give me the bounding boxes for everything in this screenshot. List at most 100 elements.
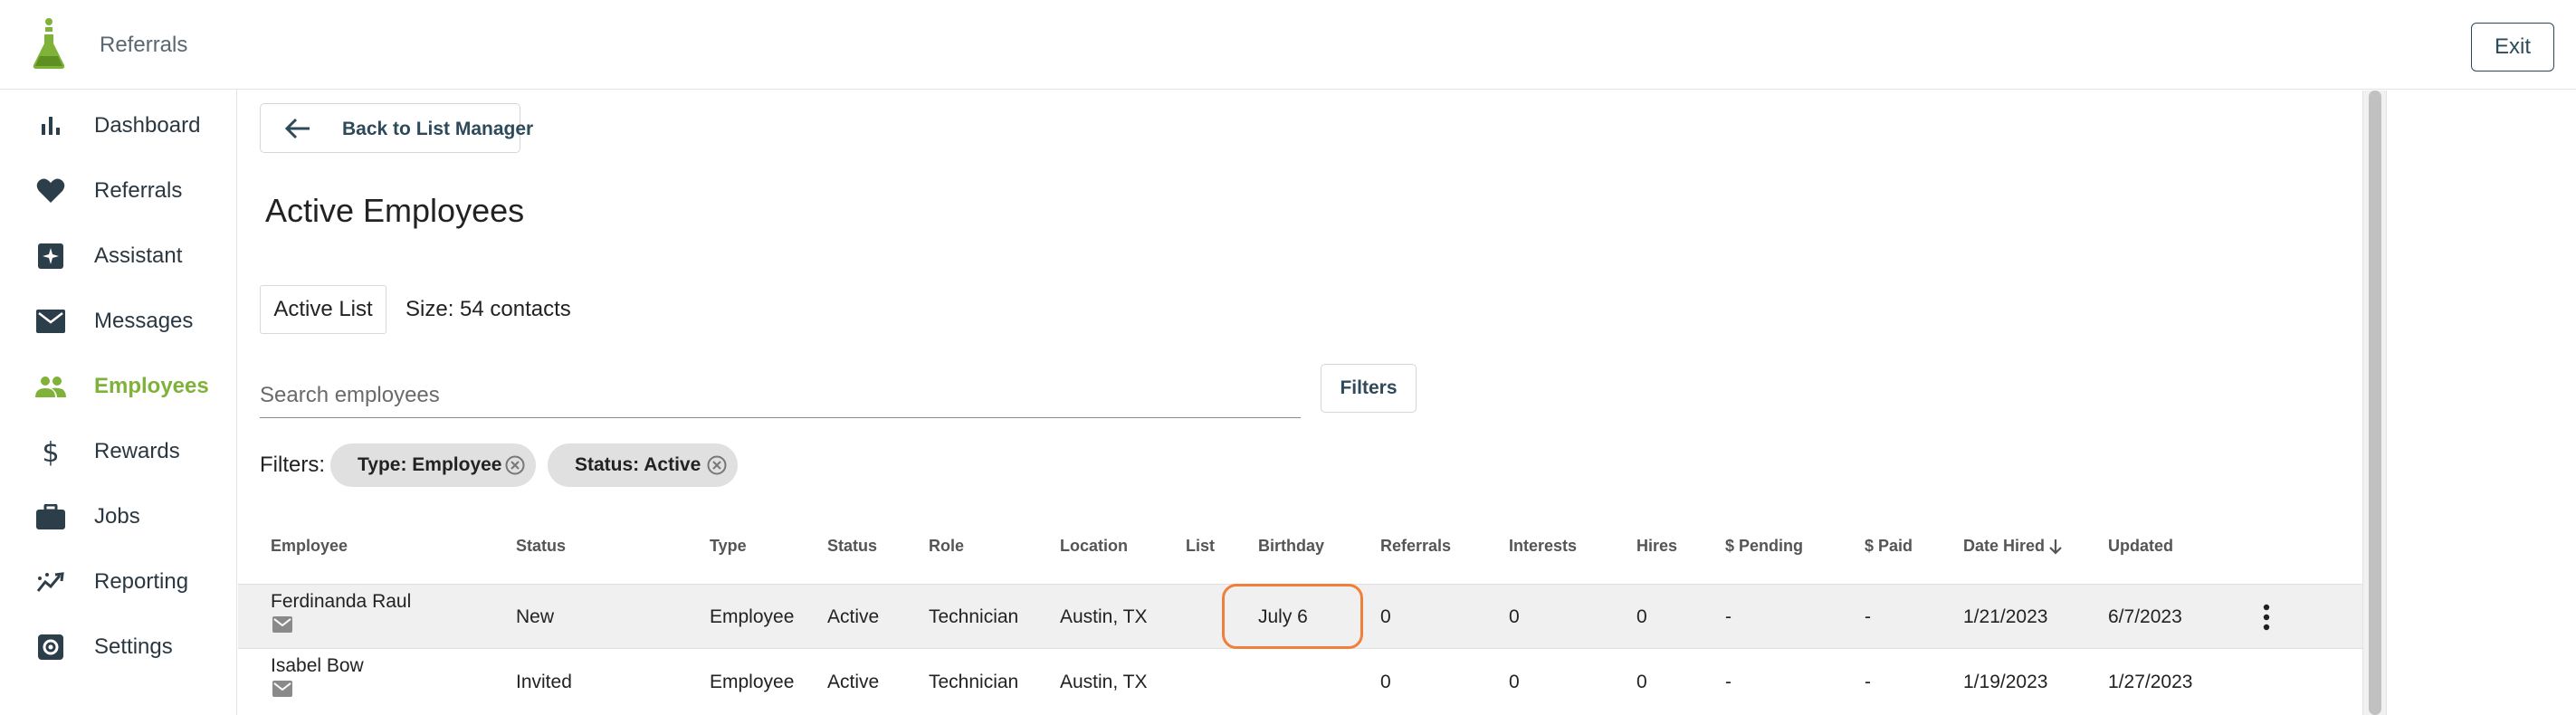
flask-logo-icon — [33, 18, 65, 69]
right-panel — [2386, 91, 2576, 715]
briefcase-icon — [34, 500, 67, 533]
column-header-list[interactable]: List — [1186, 537, 1215, 556]
svg-text:$: $ — [42, 437, 59, 466]
paid-cell: - — [1865, 606, 1871, 627]
pending-cell: - — [1725, 672, 1732, 692]
close-circle-icon[interactable] — [505, 455, 525, 475]
column-header-interests[interactable]: Interests — [1509, 537, 1577, 556]
status-cell: New — [516, 606, 555, 627]
column-header-date-hired[interactable]: Date Hired — [1963, 537, 2045, 556]
sidebar-item-label: Rewards — [94, 439, 180, 463]
sidebar-item-referrals[interactable]: Referrals — [0, 164, 237, 218]
sidebar-item-jobs[interactable]: Jobs — [0, 490, 237, 544]
sidebar: Dashboard Referrals Assistant Messages E… — [0, 90, 237, 715]
bar-chart-icon — [34, 110, 67, 142]
updated-cell: 6/7/2023 — [2108, 606, 2182, 627]
back-button-label: Back to List Manager — [342, 119, 534, 139]
type-cell: Employee — [710, 672, 795, 692]
referrals-cell: 0 — [1380, 606, 1391, 627]
status-2-cell: Active — [827, 606, 880, 627]
trend-icon — [34, 566, 67, 598]
interests-cell: 0 — [1509, 606, 1520, 627]
close-circle-icon[interactable] — [707, 455, 727, 475]
sidebar-item-label: Dashboard — [94, 113, 201, 138]
back-to-list-manager-button[interactable]: Back to List Manager — [260, 103, 533, 153]
table-row[interactable]: Isabel Bow Invited Employee Active Techn… — [238, 650, 2362, 715]
filter-chip-label: Type: Employee — [358, 454, 502, 475]
sort-arrow-down-icon — [2049, 539, 2062, 555]
column-header-type[interactable]: Type — [710, 537, 747, 556]
hires-cell: 0 — [1636, 672, 1647, 692]
vertical-scrollbar[interactable] — [2362, 91, 2386, 715]
updated-cell: 1/27/2023 — [2108, 672, 2193, 692]
column-header-status[interactable]: Status — [516, 537, 566, 556]
column-header-birthday[interactable]: Birthday — [1258, 537, 1324, 556]
pending-cell: - — [1725, 606, 1732, 627]
list-type-chip: Active List — [260, 285, 386, 334]
column-header-paid[interactable]: $ Paid — [1865, 537, 1913, 556]
people-icon — [34, 370, 67, 403]
status-cell: Invited — [516, 672, 572, 692]
location-cell: Austin, TX — [1060, 672, 1148, 692]
column-header-location[interactable]: Location — [1060, 537, 1128, 556]
filter-chip-label: Status: Active — [575, 454, 701, 475]
sidebar-item-assistant[interactable]: Assistant — [0, 229, 237, 283]
app-title: Referrals — [100, 33, 188, 57]
sidebar-item-label: Jobs — [94, 504, 140, 529]
sidebar-item-employees[interactable]: Employees — [0, 359, 237, 414]
hires-cell: 0 — [1636, 606, 1647, 627]
table-row[interactable]: Ferdinanda Raul New Employee Active Tech… — [238, 584, 2362, 649]
column-header-updated[interactable]: Updated — [2108, 537, 2173, 556]
type-cell: Employee — [710, 606, 795, 627]
column-header-status-2[interactable]: Status — [827, 537, 877, 556]
mail-icon — [34, 305, 67, 338]
sidebar-item-label: Settings — [94, 634, 173, 659]
page-title: Active Employees — [265, 192, 525, 229]
dollar-icon: $ — [34, 435, 67, 468]
interests-cell: 0 — [1509, 672, 1520, 692]
app-header: Referrals Exit — [0, 0, 2576, 90]
date-hired-cell: 1/19/2023 — [1963, 672, 2048, 692]
sidebar-item-settings[interactable]: Settings — [0, 620, 237, 674]
sidebar-item-rewards[interactable]: $ Rewards — [0, 424, 237, 479]
filter-chip-type: Type: Employee — [330, 443, 536, 487]
role-cell: Technician — [929, 672, 1019, 692]
mail-icon[interactable] — [272, 681, 292, 697]
employee-name[interactable]: Ferdinanda Raul — [271, 591, 411, 613]
column-header-referrals[interactable]: Referrals — [1380, 537, 1451, 556]
main-content: Back to List Manager Active Employees Ac… — [238, 91, 2362, 715]
location-cell: Austin, TX — [1060, 606, 1148, 627]
sidebar-item-messages[interactable]: Messages — [0, 294, 237, 348]
list-size-text: Size: 54 contacts — [405, 297, 571, 321]
gear-icon — [34, 631, 67, 663]
filter-chip-status: Status: Active — [548, 443, 738, 487]
sidebar-item-label: Reporting — [94, 569, 189, 594]
exit-button[interactable]: Exit — [2471, 23, 2554, 72]
filters-button[interactable]: Filters — [1321, 364, 1417, 413]
paid-cell: - — [1865, 672, 1871, 692]
sidebar-item-label: Assistant — [94, 243, 183, 268]
role-cell: Technician — [929, 606, 1019, 627]
employee-name[interactable]: Isabel Bow — [271, 655, 364, 677]
sparkle-icon — [34, 240, 67, 272]
sidebar-item-reporting[interactable]: Reporting — [0, 555, 237, 609]
referrals-cell: 0 — [1380, 672, 1391, 692]
column-header-pending[interactable]: $ Pending — [1725, 537, 1803, 556]
sidebar-item-label: Referrals — [94, 178, 183, 203]
filters-label: Filters: — [260, 453, 325, 477]
sidebar-item-label: Messages — [94, 309, 194, 333]
scrollbar-thumb[interactable] — [2369, 91, 2381, 715]
column-header-hires[interactable]: Hires — [1636, 537, 1677, 556]
sidebar-item-label: Employees — [94, 374, 209, 398]
column-header-employee[interactable]: Employee — [271, 537, 348, 556]
date-hired-cell: 1/21/2023 — [1963, 606, 2048, 627]
status-2-cell: Active — [827, 672, 880, 692]
search-input[interactable] — [260, 373, 1301, 418]
birthday-cell: July 6 — [1258, 606, 1308, 627]
more-vertical-icon[interactable] — [2262, 603, 2271, 632]
column-header-role[interactable]: Role — [929, 537, 964, 556]
arrow-left-icon — [284, 118, 310, 139]
heart-icon — [34, 175, 67, 207]
sidebar-item-dashboard[interactable]: Dashboard — [0, 99, 237, 153]
mail-icon[interactable] — [272, 616, 292, 633]
